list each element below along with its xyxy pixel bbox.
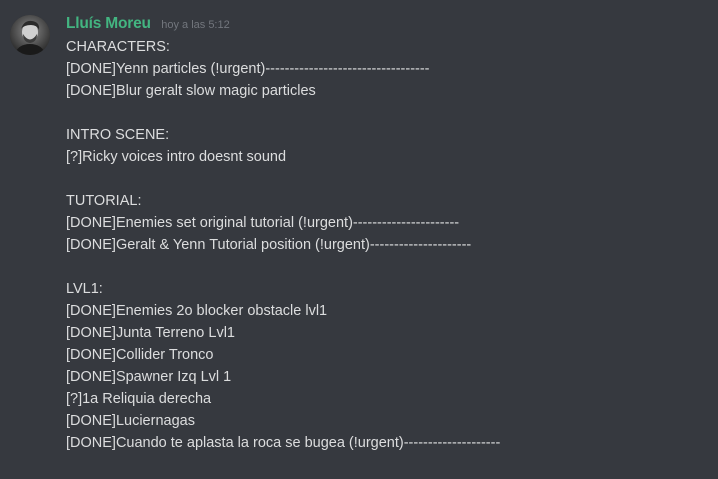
message-line <box>66 256 706 278</box>
message-header: Lluís Moreu hoy a las 5:12 <box>66 15 230 37</box>
message-line: CHARACTERS: <box>66 39 170 55</box>
username[interactable]: Lluís Moreu <box>66 15 151 32</box>
message-line: [DONE]Junta Terreno Lvl1 <box>66 325 235 341</box>
message-line: [DONE]Yenn particles (!urgent)----------… <box>66 61 430 77</box>
message-line <box>66 168 706 190</box>
message-content: CHARACTERS: [DONE]Yenn particles (!urgen… <box>66 36 706 454</box>
message-line: TUTORIAL: <box>66 193 142 209</box>
message-line: [DONE]Enemies set original tutorial (!ur… <box>66 215 460 231</box>
message-line: [DONE]Cuando te aplasta la roca se bugea… <box>66 435 501 451</box>
message-line: [DONE]Spawner Izq Lvl 1 <box>66 369 232 385</box>
message-line: [DONE]Blur geralt slow magic particles <box>66 83 316 99</box>
message-line <box>66 102 706 124</box>
user-avatar[interactable] <box>10 15 50 55</box>
message-line: LVL1: <box>66 281 103 297</box>
avatar-portrait-icon <box>10 15 50 55</box>
message-line: [DONE]Geralt & Yenn Tutorial position (!… <box>66 237 472 253</box>
message-line: [DONE]Luciernagas <box>66 413 195 429</box>
message-line: [?]Ricky voices intro doesnt sound <box>66 149 287 165</box>
message-line: [DONE]Enemies 2o blocker obstacle lvl1 <box>66 303 328 319</box>
message-line: [?]1a Reliquia derecha <box>66 391 212 407</box>
message-timestamp: hoy a las 5:12 <box>161 19 230 31</box>
message-line: INTRO SCENE: <box>66 127 170 143</box>
chat-message: Lluís Moreu hoy a las 5:12 CHARACTERS: [… <box>0 0 718 479</box>
message-line: [DONE]Collider Tronco <box>66 347 214 363</box>
